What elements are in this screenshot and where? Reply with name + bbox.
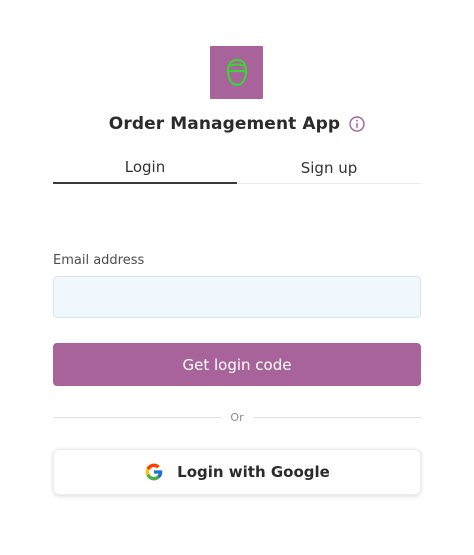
google-button-label: Login with Google <box>177 463 330 481</box>
get-login-code-button[interactable]: Get login code <box>53 343 421 386</box>
title-row: Order Management App <box>0 110 474 138</box>
google-icon <box>145 463 163 481</box>
tab-login[interactable]: Login <box>53 152 237 184</box>
divider-text: Or <box>230 410 244 424</box>
divider-line-left <box>53 416 222 418</box>
email-field[interactable] <box>53 276 421 318</box>
app-title: Order Management App <box>108 114 341 134</box>
tab-sign-up[interactable]: Sign up <box>237 152 421 184</box>
auth-tabs: Login Sign up <box>53 152 421 184</box>
user-avatar-icon <box>226 58 247 86</box>
divider-line-right <box>252 416 421 418</box>
email-label: Email address <box>53 253 145 268</box>
or-divider: Or <box>53 408 421 426</box>
app-logo <box>210 46 263 99</box>
login-with-google-button[interactable]: Login with Google <box>53 449 421 495</box>
info-icon[interactable] <box>349 116 365 132</box>
